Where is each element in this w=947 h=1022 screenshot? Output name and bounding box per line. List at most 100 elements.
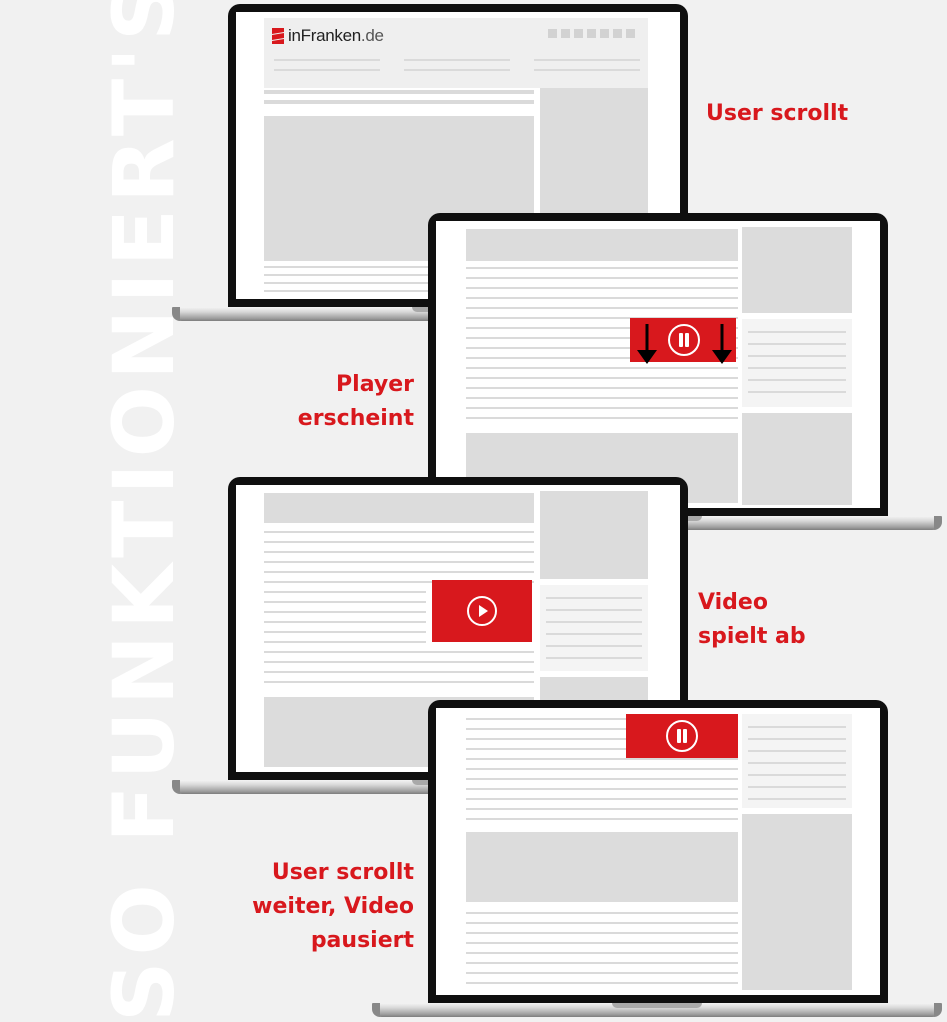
text-line <box>264 671 534 673</box>
infranken-flag-icon <box>272 28 284 44</box>
text-line <box>748 750 846 752</box>
text-line <box>466 287 738 289</box>
text-line <box>264 611 426 613</box>
text-line <box>466 972 738 974</box>
nav-square <box>548 29 557 38</box>
text-line <box>466 277 738 279</box>
step-2-line: erscheint <box>297 406 414 431</box>
nav-square <box>574 29 583 38</box>
text-line <box>264 661 534 663</box>
text-line <box>466 397 738 399</box>
step-4-line: pausiert <box>310 928 414 953</box>
text-line <box>748 798 846 800</box>
text-line <box>264 631 426 633</box>
nav-square <box>587 29 596 38</box>
step-3-label: Video spielt ab <box>698 586 806 654</box>
text-line <box>466 307 738 309</box>
text-line <box>264 531 534 533</box>
sidebar-placeholder <box>742 227 852 313</box>
sidebar-text-box <box>742 714 852 808</box>
text-line <box>264 551 534 553</box>
sidebar-placeholder <box>742 814 852 990</box>
text-line <box>748 726 846 728</box>
text-line <box>264 641 426 643</box>
play-icon <box>467 596 497 626</box>
nav-square <box>613 29 622 38</box>
content-block-placeholder <box>466 229 738 261</box>
video-player-paused[interactable] <box>626 714 738 758</box>
step-2-label: Player erscheint <box>240 368 414 436</box>
step-1-line: User scrollt <box>706 101 849 126</box>
text-line <box>466 982 738 984</box>
text-line <box>546 633 642 635</box>
text-line <box>466 768 738 770</box>
nav-line <box>404 69 510 71</box>
text-line <box>748 762 846 764</box>
text-line <box>748 379 846 381</box>
text-line <box>466 798 738 800</box>
sidebar-placeholder <box>540 491 648 579</box>
text-line <box>466 922 738 924</box>
text-line <box>466 417 738 419</box>
video-player-playing[interactable] <box>432 580 532 642</box>
nav-square <box>600 29 609 38</box>
text-line <box>264 681 534 683</box>
step-2-line: Player <box>336 372 414 397</box>
step-4-label: User scrollt weiter, Video pausiert <box>180 856 414 958</box>
text-line <box>748 343 846 345</box>
text-line <box>466 407 738 409</box>
nav-square <box>561 29 570 38</box>
text-line <box>466 387 738 389</box>
step-1-label: User scrollt <box>706 97 848 131</box>
step-4-line: User scrollt <box>271 860 414 885</box>
step-3-line: spielt ab <box>698 624 806 649</box>
nav-line <box>274 59 380 61</box>
headline-line <box>264 100 534 104</box>
text-line <box>748 331 846 333</box>
text-line <box>546 645 642 647</box>
text-line <box>264 591 426 593</box>
text-line <box>466 758 738 760</box>
nav-line <box>534 59 640 61</box>
text-line <box>748 367 846 369</box>
text-line <box>264 571 534 573</box>
text-line <box>546 609 642 611</box>
text-line <box>748 391 846 393</box>
content-block-placeholder <box>466 832 738 902</box>
text-line <box>546 621 642 623</box>
arrow-down-icon <box>712 324 732 364</box>
text-line <box>546 657 642 659</box>
logo-brand-text: inFranken <box>288 26 361 45</box>
text-line <box>466 778 738 780</box>
text-line <box>748 786 846 788</box>
text-line <box>748 355 846 357</box>
text-line <box>466 297 738 299</box>
sidebar-placeholder <box>742 413 852 505</box>
text-line <box>748 738 846 740</box>
laptop-4-base <box>372 1003 942 1017</box>
text-line <box>466 267 738 269</box>
text-line <box>466 912 738 914</box>
text-line <box>264 651 534 653</box>
pause-icon <box>666 720 698 752</box>
text-line <box>748 774 846 776</box>
text-line <box>466 952 738 954</box>
text-line <box>466 377 738 379</box>
text-line <box>466 818 738 820</box>
step-4-line: weiter, Video <box>252 894 414 919</box>
text-line <box>466 808 738 810</box>
text-line <box>466 932 738 934</box>
text-line <box>264 541 534 543</box>
nav-line <box>404 59 510 61</box>
text-line <box>264 601 426 603</box>
text-line <box>466 942 738 944</box>
background-watermark-text: SO FUNKTIONIERT'S <box>95 0 193 1022</box>
text-line <box>264 561 534 563</box>
headline-line <box>264 90 534 94</box>
step-3-line: Video <box>698 590 768 615</box>
text-line <box>466 788 738 790</box>
text-line <box>546 597 642 599</box>
logo-tld-text: .de <box>360 26 384 45</box>
text-line <box>264 621 426 623</box>
nav-line <box>274 69 380 71</box>
